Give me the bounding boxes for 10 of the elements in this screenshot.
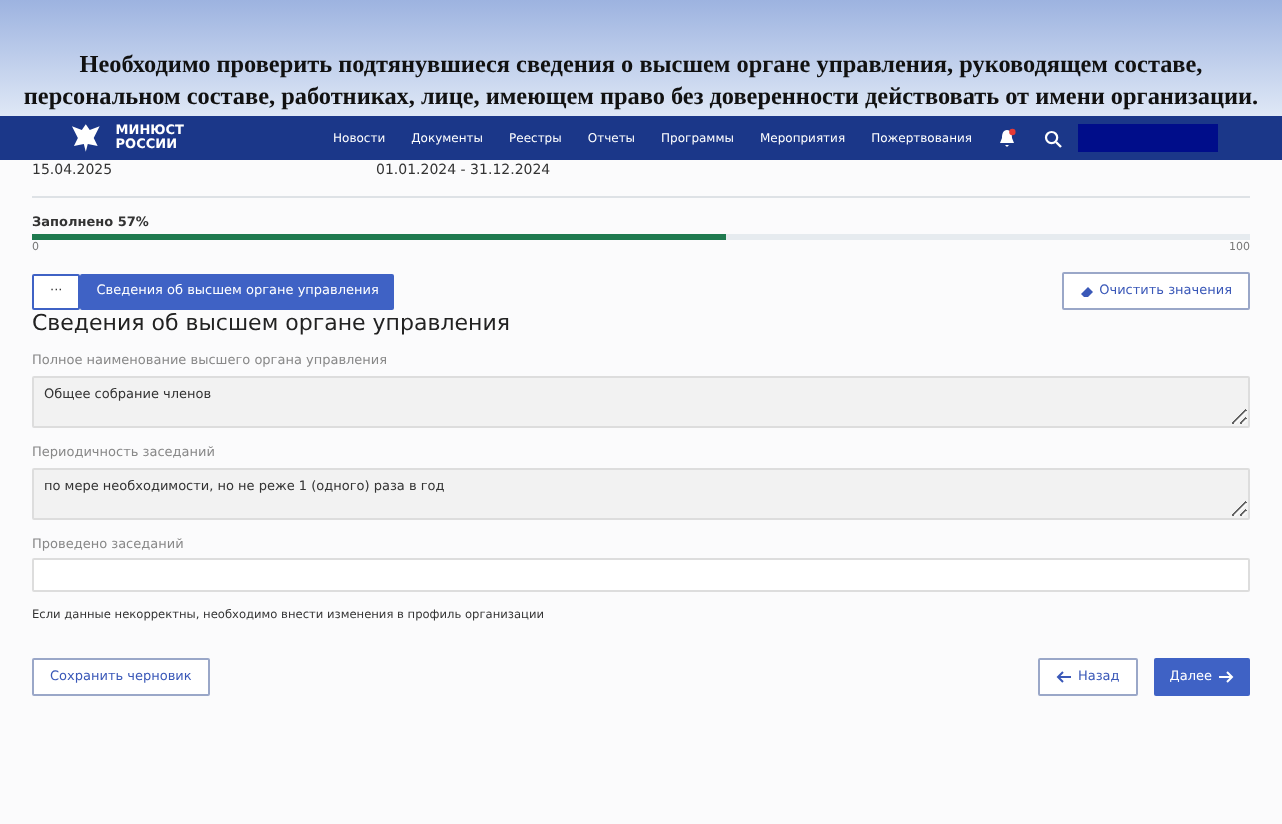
arrow-right-icon (1218, 670, 1234, 685)
section-title: Сведения об высшем органе управления (32, 310, 512, 337)
arrow-left-icon (1055, 670, 1072, 685)
banner-heading: Необходимо проверить подтянувшиеся сведения о высшем органе управления, руководящем составе, персональном составе, работниках, лице, имеющем право без доверенности действовать от имени организации. (21, 48, 1261, 112)
search-icon[interactable] (1044, 129, 1062, 147)
redacted-block (1078, 124, 1218, 152)
eraser-icon (1079, 285, 1094, 297)
emblem-icon (68, 122, 104, 154)
input-field[interactable] (32, 558, 1250, 593)
bell-icon[interactable] (998, 128, 1016, 148)
